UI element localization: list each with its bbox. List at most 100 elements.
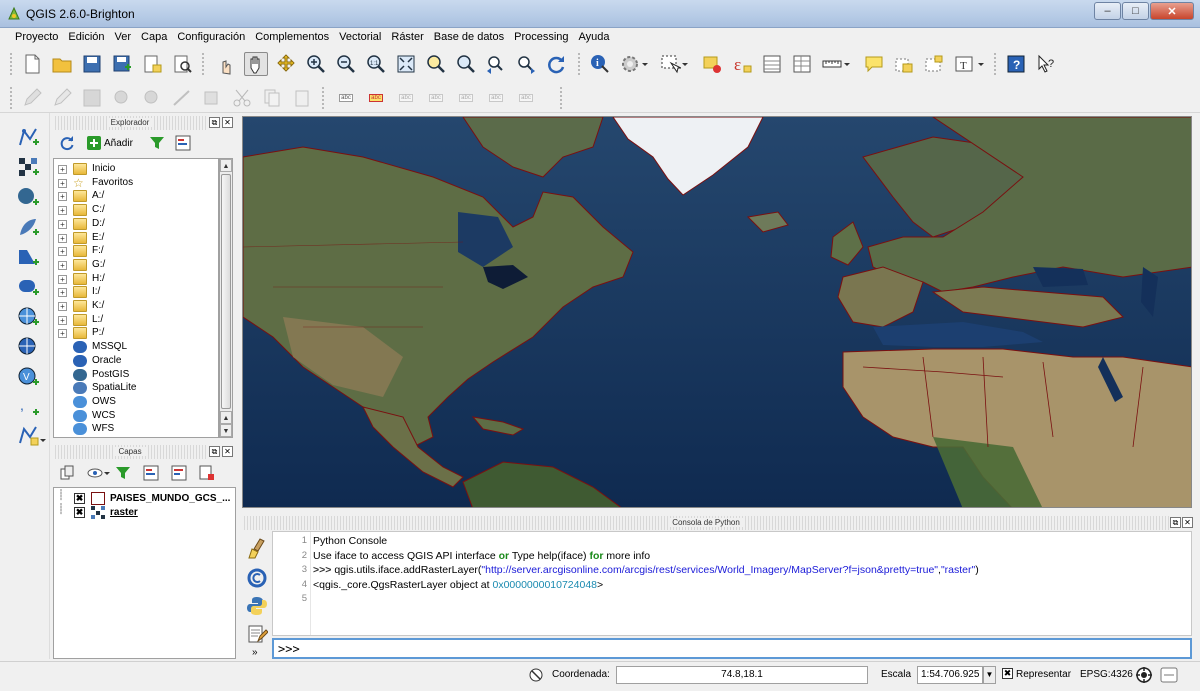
zoom-to-layer-icon[interactable] [454, 52, 478, 76]
cut-features-icon[interactable] [230, 86, 254, 110]
add-postgis-layer-icon[interactable] [16, 185, 40, 209]
change-label-icon[interactable]: abc [514, 86, 538, 110]
help-contents-icon[interactable]: ? [1004, 52, 1028, 76]
python-console-output[interactable]: 1 Python Console 2 Use iface to access QGIS… [272, 531, 1192, 636]
expand-icon[interactable]: + [58, 233, 67, 243]
layer-labeling-icon[interactable]: abc [334, 86, 358, 110]
add-raster-layer-icon[interactable] [16, 155, 40, 179]
chevron-down-icon[interactable] [103, 465, 111, 481]
menu-capa[interactable]: Capa [136, 28, 172, 47]
add-spatialite-layer-icon[interactable] [16, 215, 40, 239]
new-project-icon[interactable] [20, 52, 44, 76]
expand-icon[interactable]: + [58, 165, 67, 174]
chevron-down-icon[interactable] [38, 427, 48, 451]
add-wms-layer-icon[interactable] [16, 305, 40, 329]
more-tools-icon[interactable]: » [252, 647, 258, 658]
touch-zoom-icon[interactable] [214, 52, 238, 76]
add-delimited-text-layer-icon[interactable]: , [16, 395, 40, 419]
tree-item[interactable]: + D:/ [54, 217, 218, 231]
show-hide-labels-icon[interactable]: abc [424, 86, 448, 110]
python-logo-icon[interactable] [246, 595, 268, 617]
expand-icon[interactable]: + [58, 315, 67, 325]
chevron-down-icon[interactable] [680, 52, 690, 76]
expand-icon[interactable]: + [58, 302, 67, 311]
tree-item[interactable]: + H:/ [54, 272, 218, 286]
zoom-to-selection-icon[interactable] [424, 52, 448, 76]
add-feature-icon[interactable] [110, 86, 134, 110]
maximize-button[interactable]: □ [1122, 2, 1149, 20]
deselect-all-icon[interactable] [700, 52, 724, 76]
toolbar-grip[interactable] [994, 53, 998, 75]
manage-visibility-icon[interactable] [87, 465, 103, 481]
chevron-down-icon[interactable] [976, 52, 986, 76]
coordinate-field[interactable]: 74.8,18.1 [616, 666, 868, 684]
tree-item[interactable]: + I:/ [54, 285, 218, 299]
scroll-thumb[interactable] [221, 174, 231, 409]
menu-vectorial[interactable]: Vectorial [334, 28, 386, 47]
zoom-native-resolution-icon[interactable]: 1:1 [364, 52, 388, 76]
zoom-out-icon[interactable] [334, 52, 358, 76]
tree-item[interactable]: MSSQL [54, 340, 218, 354]
tree-item[interactable]: + L:/ [54, 313, 218, 327]
expand-all-icon[interactable] [143, 465, 159, 481]
world-imagery-map[interactable] [243, 117, 1192, 508]
filter-legend-icon[interactable] [115, 465, 131, 481]
explorer-scrollbar[interactable]: ▲ ▲ ▼ [219, 158, 233, 438]
new-bookmark-icon[interactable] [892, 52, 916, 76]
run-feature-action-icon[interactable] [618, 52, 642, 76]
delete-selected-icon[interactable] [200, 86, 224, 110]
refresh-icon[interactable] [59, 135, 75, 151]
move-label-icon[interactable]: abc [454, 86, 478, 110]
scroll-down-icon[interactable]: ▼ [220, 424, 232, 437]
whats-this-icon[interactable]: ? [1034, 52, 1058, 76]
tree-item[interactable]: + E:/ [54, 231, 218, 245]
scale-combobox[interactable]: 1:54.706.925 [917, 666, 983, 684]
show-bookmarks-icon[interactable] [922, 52, 946, 76]
tree-item[interactable]: SpatiaLite [54, 381, 218, 395]
chevron-down-icon[interactable]: ▼ [983, 666, 996, 684]
minimize-button[interactable]: ‒ [1094, 2, 1121, 20]
toggle-editing-icon[interactable] [50, 86, 74, 110]
messages-icon[interactable] [1160, 666, 1178, 684]
zoom-next-icon[interactable] [514, 52, 538, 76]
expand-icon[interactable]: + [58, 206, 67, 216]
show-editor-icon[interactable] [246, 623, 268, 645]
collapse-all-icon[interactable] [171, 465, 187, 481]
copy-features-icon[interactable] [260, 86, 284, 110]
expression-select-icon[interactable]: ε [730, 52, 754, 76]
menu-processing[interactable]: Processing [509, 28, 573, 47]
menu-configuracion[interactable]: Configuración [172, 28, 250, 47]
composer-manager-icon[interactable] [170, 52, 194, 76]
close-panel-icon[interactable]: ✕ [1182, 517, 1193, 528]
tree-item[interactable]: + C:/ [54, 203, 218, 217]
menu-ver[interactable]: Ver [110, 28, 137, 47]
remove-layer-icon[interactable] [199, 465, 215, 481]
expand-icon[interactable]: + [58, 288, 67, 298]
filter-icon[interactable] [149, 135, 165, 151]
tree-item[interactable]: WFS [54, 422, 218, 436]
expand-icon[interactable]: + [58, 178, 67, 188]
menu-proyecto[interactable]: Proyecto [10, 28, 63, 47]
add-button[interactable]: Añadir [87, 134, 133, 152]
pan-to-selection-icon[interactable] [274, 52, 298, 76]
open-layer-styling-icon[interactable] [59, 465, 75, 481]
tree-item[interactable]: + P:/ [54, 326, 218, 340]
add-oracle-layer-icon[interactable] [16, 275, 40, 299]
new-shapefile-layer-icon[interactable] [16, 423, 40, 447]
toolbar-grip[interactable] [202, 53, 206, 75]
measure-line-icon[interactable] [820, 52, 844, 76]
chevron-down-icon[interactable] [640, 52, 650, 76]
render-checkbox[interactable]: ✖ [1002, 668, 1013, 679]
expand-icon[interactable]: + [58, 219, 67, 229]
layer-visibility-checkbox[interactable]: ✖ [74, 493, 85, 504]
new-print-composer-icon[interactable] [140, 52, 164, 76]
close-panel-icon[interactable]: ✕ [222, 446, 233, 457]
close-panel-icon[interactable]: ✕ [222, 117, 233, 128]
layer-visibility-checkbox[interactable]: ✖ [74, 507, 85, 518]
rotate-label-icon[interactable]: abc [484, 86, 508, 110]
menu-raster[interactable]: Ráster [386, 28, 428, 47]
expand-icon[interactable]: + [58, 192, 67, 202]
zoom-last-icon[interactable] [484, 52, 508, 76]
python-console-input[interactable]: >>> [272, 638, 1192, 659]
import-class-icon[interactable] [246, 567, 268, 589]
